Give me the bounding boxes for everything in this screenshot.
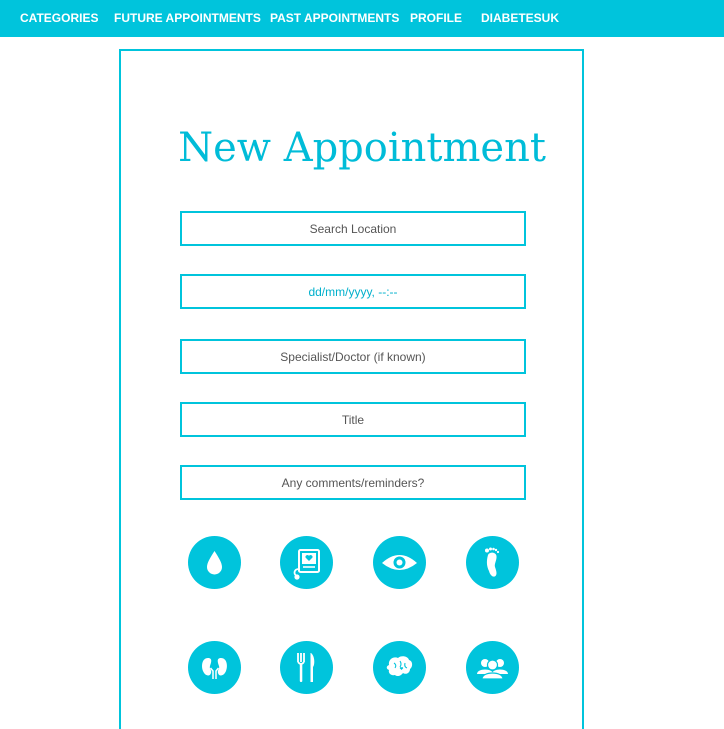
category-blood-pressure-button[interactable]: [280, 536, 333, 589]
nav-categories[interactable]: CATEGORIES: [20, 11, 98, 25]
eye-icon: [382, 555, 417, 570]
nav-profile[interactable]: PROFILE: [410, 11, 462, 25]
nav-past-appointments[interactable]: PAST APPOINTMENTS: [270, 11, 399, 25]
category-foot-button[interactable]: [466, 536, 519, 589]
category-blood-glucose-button[interactable]: [188, 536, 241, 589]
location-search-input[interactable]: [180, 211, 526, 246]
blood-drop-icon: [207, 551, 222, 575]
group-people-icon: [477, 659, 508, 680]
kidneys-icon: [202, 658, 227, 679]
blood-pressure-monitor-icon: [293, 549, 320, 580]
category-mental-health-button[interactable]: [373, 641, 426, 694]
top-navbar: CATEGORIES FUTURE APPOINTMENTS PAST APPO…: [0, 0, 724, 37]
foot-icon: [485, 547, 500, 577]
nav-future-appointments[interactable]: FUTURE APPOINTMENTS: [114, 11, 261, 25]
category-eye-button[interactable]: [373, 536, 426, 589]
doctor-input[interactable]: [180, 339, 526, 374]
category-kidneys-button[interactable]: [188, 641, 241, 694]
title-input[interactable]: [180, 402, 526, 437]
fork-knife-icon: [297, 653, 315, 682]
page-title: New Appointment: [178, 125, 546, 171]
datetime-input[interactable]: [180, 274, 526, 309]
comments-input[interactable]: [180, 465, 526, 500]
category-diet-button[interactable]: [280, 641, 333, 694]
brain-icon: [386, 656, 413, 677]
category-support-button[interactable]: [466, 641, 519, 694]
nav-diabetesuk[interactable]: DIABETESUK: [481, 11, 559, 25]
